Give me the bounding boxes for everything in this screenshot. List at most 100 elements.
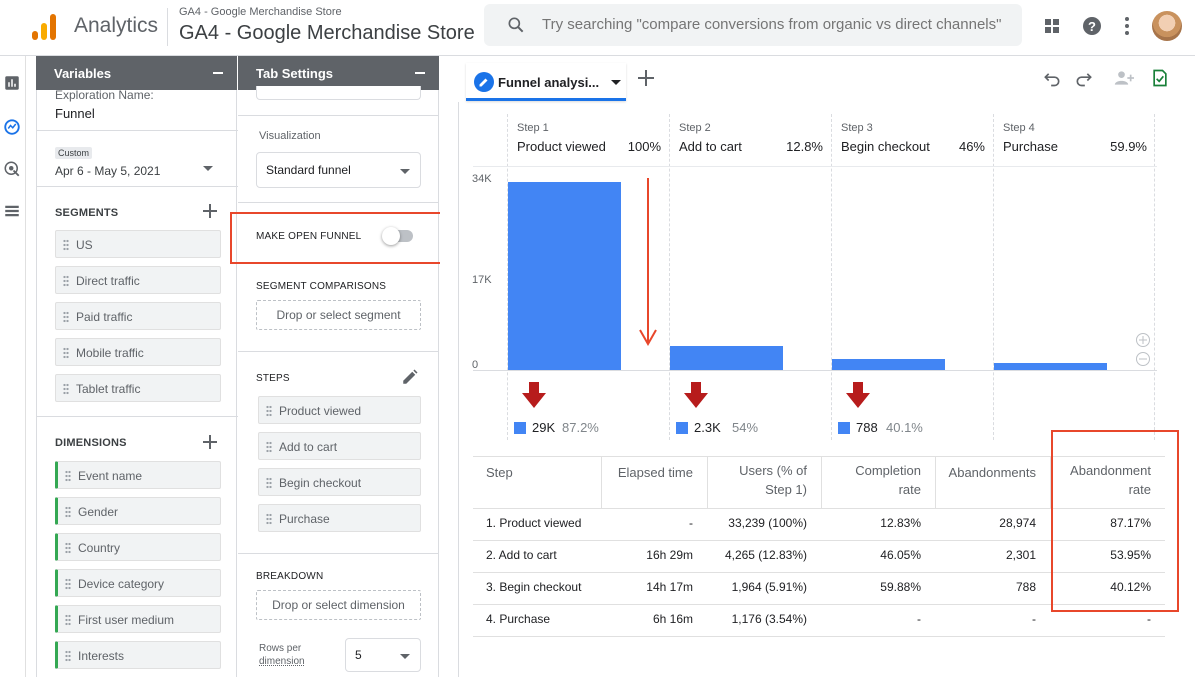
drag-handle-icon[interactable] bbox=[266, 477, 272, 489]
drag-handle-icon[interactable] bbox=[63, 383, 69, 395]
redo-icon[interactable] bbox=[1074, 68, 1094, 88]
segment-chip[interactable]: Tablet traffic bbox=[55, 374, 221, 402]
rows-per-dimension-label-2: dimension bbox=[259, 656, 305, 667]
edit-steps-icon[interactable] bbox=[401, 368, 419, 386]
table-header-line: Elapsed time bbox=[617, 465, 693, 480]
reports-icon[interactable] bbox=[3, 74, 21, 92]
date-dropdown-icon[interactable] bbox=[203, 166, 213, 171]
abandonment-legend-swatch bbox=[514, 422, 526, 434]
share-users-icon[interactable] bbox=[1112, 68, 1136, 88]
funnel-bar[interactable] bbox=[994, 363, 1107, 370]
dimensions-heading: DIMENSIONS bbox=[55, 437, 127, 449]
tab-funnel-analysis[interactable]: Funnel analysi... bbox=[466, 63, 626, 101]
table-cell: 2. Add to cart bbox=[486, 548, 557, 562]
apps-grid-icon[interactable] bbox=[1040, 14, 1064, 38]
step-chip[interactable]: Begin checkout bbox=[258, 468, 421, 496]
add-tab-icon[interactable] bbox=[638, 70, 654, 86]
explore-icon[interactable] bbox=[3, 118, 21, 136]
segment-drop-zone[interactable]: Drop or select segment bbox=[256, 300, 421, 330]
funnel-bar[interactable] bbox=[832, 358, 945, 370]
advertising-icon[interactable] bbox=[3, 160, 21, 178]
step-chip[interactable]: Product viewed bbox=[258, 396, 421, 424]
exploration-name[interactable]: Funnel bbox=[55, 106, 95, 121]
drag-handle-icon[interactable] bbox=[63, 347, 69, 359]
drag-handle-icon[interactable] bbox=[266, 405, 272, 417]
search-bar[interactable] bbox=[484, 4, 1022, 46]
dimension-chip[interactable]: First user medium bbox=[55, 605, 221, 633]
drag-handle-icon[interactable] bbox=[63, 275, 69, 287]
dimension-chip[interactable]: Country bbox=[55, 533, 221, 561]
table-cell: 3. Begin checkout bbox=[486, 580, 582, 594]
drag-handle-icon[interactable] bbox=[63, 239, 69, 251]
dimension-drop-zone[interactable]: Drop or select dimension bbox=[256, 590, 421, 620]
table-header-cell: Elapsed time bbox=[601, 463, 693, 482]
drag-handle-icon[interactable] bbox=[63, 311, 69, 323]
segment-chip[interactable]: Paid traffic bbox=[55, 302, 221, 330]
table-cell: 2,301 bbox=[1005, 548, 1036, 562]
add-segment-icon[interactable] bbox=[203, 204, 217, 218]
drag-handle-icon[interactable] bbox=[266, 513, 272, 525]
drag-handle-icon[interactable] bbox=[65, 650, 71, 662]
table-header-line: Step bbox=[486, 465, 513, 480]
analytics-logo-icon[interactable] bbox=[32, 14, 58, 40]
collapse-variables-icon[interactable] bbox=[213, 72, 223, 74]
help-icon[interactable]: ? bbox=[1080, 14, 1104, 38]
drag-handle-icon[interactable] bbox=[65, 614, 71, 626]
property-selector[interactable]: GA4 - Google Merchandise Store bbox=[179, 22, 475, 45]
funnel-bar[interactable] bbox=[670, 345, 783, 370]
rows-per-dimension-select[interactable]: 5 bbox=[345, 638, 421, 672]
dimension-chip[interactable]: Event name bbox=[55, 461, 221, 489]
rows-per-dimension-label: Rows per bbox=[259, 643, 302, 654]
visualization-select[interactable]: Standard funnel bbox=[256, 152, 421, 188]
account-name[interactable]: GA4 - Google Merchandise Store bbox=[179, 6, 342, 18]
add-dimension-icon[interactable] bbox=[203, 435, 217, 449]
chevron-down-icon bbox=[400, 654, 410, 659]
drag-handle-icon[interactable] bbox=[65, 542, 71, 554]
dimension-chip[interactable]: Interests bbox=[55, 641, 221, 669]
segment-chip[interactable]: Mobile traffic bbox=[55, 338, 221, 366]
abandonment-count: 788 bbox=[856, 420, 878, 435]
configure-icon[interactable] bbox=[3, 202, 21, 220]
undo-icon[interactable] bbox=[1042, 68, 1062, 88]
drag-handle-icon[interactable] bbox=[65, 578, 71, 590]
funnel-bar[interactable] bbox=[508, 182, 621, 370]
dimension-chip[interactable]: Device category bbox=[55, 569, 221, 597]
tab-menu-icon[interactable] bbox=[611, 80, 621, 85]
drag-handle-icon[interactable] bbox=[266, 441, 272, 453]
step-header-line bbox=[473, 166, 1157, 167]
technique-select[interactable] bbox=[256, 86, 421, 100]
step-chip[interactable]: Purchase bbox=[258, 504, 421, 532]
open-funnel-highlight bbox=[230, 212, 446, 264]
edit-pencil-icon[interactable] bbox=[474, 72, 494, 92]
table-cell: 14h 17m bbox=[646, 580, 693, 594]
table-cell: 59.88% bbox=[880, 580, 921, 594]
drop-off-arrow-icon bbox=[639, 178, 657, 346]
date-range[interactable]: Apr 6 - May 5, 2021 bbox=[55, 164, 160, 178]
table-cell: - bbox=[917, 612, 921, 626]
more-vert-icon[interactable] bbox=[1115, 14, 1139, 38]
segment-chip[interactable]: Direct traffic bbox=[55, 266, 221, 294]
steps-heading: STEPS bbox=[256, 373, 290, 384]
step-percent: 46% bbox=[958, 139, 985, 154]
segment-chip[interactable]: US bbox=[55, 230, 221, 258]
divider bbox=[37, 416, 238, 417]
zoom-controls[interactable] bbox=[1134, 332, 1152, 370]
svg-text:?: ? bbox=[1088, 19, 1096, 34]
step-percent: 12.8% bbox=[786, 139, 823, 154]
dimension-chip[interactable]: Gender bbox=[55, 497, 221, 525]
tab-bar: Funnel analysi... bbox=[458, 60, 1195, 102]
step-name: Product viewed bbox=[517, 139, 606, 154]
step-chip[interactable]: Add to cart bbox=[258, 432, 421, 460]
collapse-tab-settings-icon[interactable] bbox=[415, 72, 425, 74]
table-cell: 33,239 (100%) bbox=[728, 516, 807, 530]
drag-handle-icon[interactable] bbox=[65, 506, 71, 518]
abandonment-percent: 40.1% bbox=[886, 420, 923, 435]
save-check-icon[interactable] bbox=[1150, 68, 1170, 88]
search-input[interactable] bbox=[542, 16, 1012, 33]
app-name: Analytics bbox=[74, 14, 159, 37]
avatar[interactable] bbox=[1152, 11, 1182, 41]
step-name: Add to cart bbox=[679, 139, 742, 154]
visualization-label: Visualization bbox=[259, 130, 321, 142]
search-icon bbox=[508, 17, 524, 33]
drag-handle-icon[interactable] bbox=[65, 470, 71, 482]
